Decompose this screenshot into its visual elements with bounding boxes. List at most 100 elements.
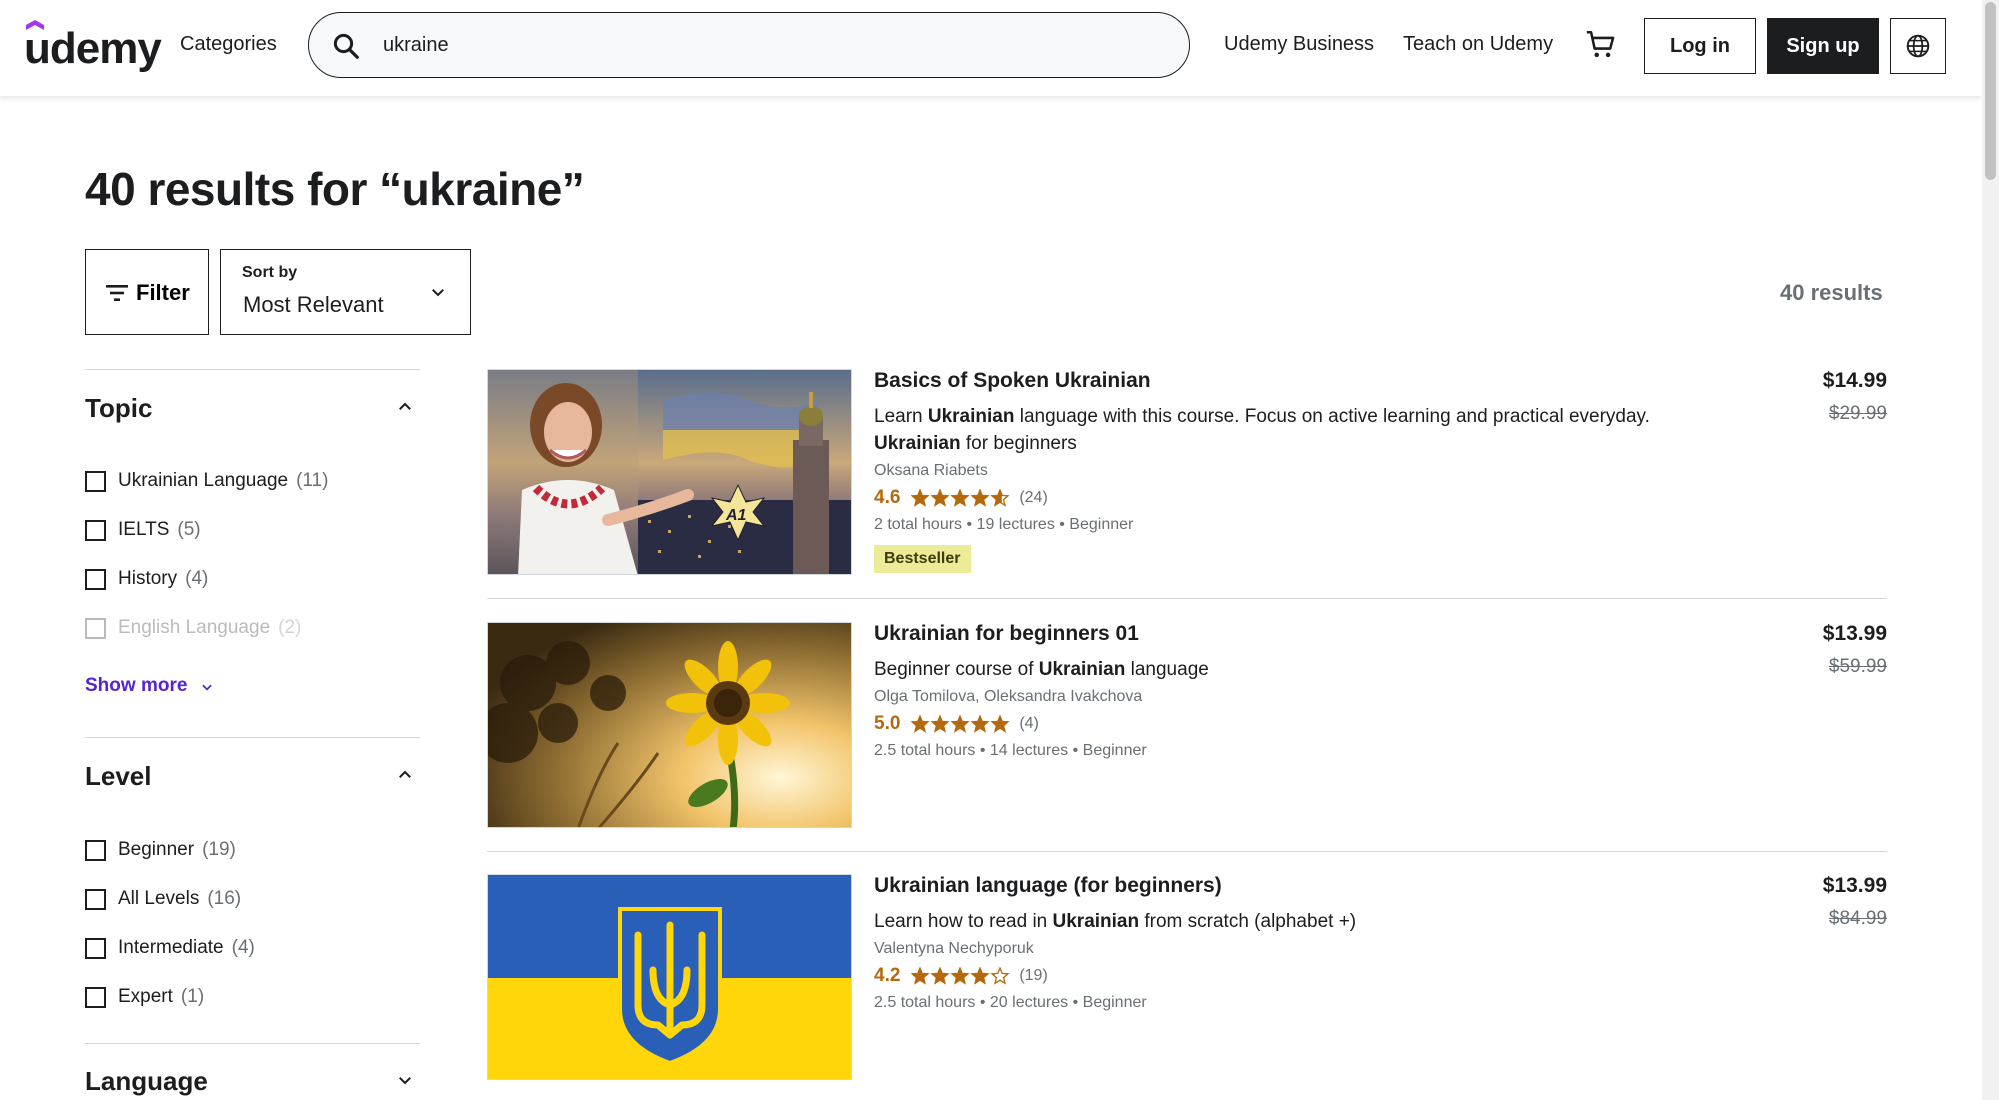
page-title: 40 results for “ukraine” xyxy=(85,163,585,215)
star-icon xyxy=(930,489,950,507)
option-count: (19) xyxy=(202,839,236,860)
cart-icon[interactable] xyxy=(1584,28,1618,62)
sidebar-divider xyxy=(85,369,420,370)
checkbox[interactable] xyxy=(85,889,106,910)
option-label: Intermediate xyxy=(118,937,224,958)
course-title[interactable]: Ukrainian for beginners 01 xyxy=(874,622,1139,646)
results-count: 40 results xyxy=(1780,280,1883,305)
checkbox[interactable] xyxy=(85,840,106,861)
star-icon xyxy=(910,967,930,985)
desc-text: Learn xyxy=(874,406,928,427)
course-price: $14.99 xyxy=(1822,369,1887,392)
option-label: Ukrainian Language xyxy=(118,470,289,491)
option-count: (4) xyxy=(231,937,255,958)
globe-icon xyxy=(1906,34,1930,58)
search-icon[interactable] xyxy=(331,31,361,61)
desc-text: language xyxy=(1125,659,1209,680)
ukraine-flag-image xyxy=(488,875,851,1079)
checkbox[interactable] xyxy=(85,520,106,541)
checkbox[interactable] xyxy=(85,471,106,492)
teach-on-udemy-link[interactable]: Teach on Udemy xyxy=(1403,33,1553,56)
option-label: All Levels xyxy=(118,888,200,909)
course-divider xyxy=(487,851,1887,852)
star-icon xyxy=(930,967,950,985)
course-rating: 5.0 (4) xyxy=(874,713,1039,737)
course-title[interactable]: Basics of Spoken Ukrainian xyxy=(874,369,1151,393)
star-icon xyxy=(910,489,930,507)
scrollbar-thumb[interactable] xyxy=(1985,2,1996,180)
course-card[interactable]: Ukrainian for beginners 01 Beginner cour… xyxy=(487,622,1887,828)
sort-dropdown[interactable]: Sort by Most Relevant xyxy=(220,249,471,335)
rating-number: 5.0 xyxy=(874,713,901,734)
level-heading[interactable]: Level xyxy=(85,761,152,792)
option-count: (4) xyxy=(185,568,209,589)
star-icon xyxy=(990,715,1010,733)
logo-text: udemy xyxy=(24,24,162,73)
filter-icon xyxy=(106,285,128,301)
course-price: $13.99 xyxy=(1822,622,1887,645)
desc-keyword: Ukrainian xyxy=(927,406,1015,427)
sidebar-divider xyxy=(85,737,420,738)
filter-button[interactable]: Filter xyxy=(85,249,209,335)
desc-text: for beginners xyxy=(960,433,1077,454)
course-thumbnail[interactable] xyxy=(487,874,852,1080)
chevron-down-icon[interactable] xyxy=(396,1071,414,1089)
star-icon xyxy=(950,715,970,733)
course-thumbnail[interactable] xyxy=(487,622,852,828)
checkbox[interactable] xyxy=(85,987,106,1008)
course-meta: 2 total hours • 19 lectures • Beginner xyxy=(874,516,1134,533)
course-instructor: Valentyna Nechyporuk xyxy=(874,940,1034,957)
udemy-business-link[interactable]: Udemy Business xyxy=(1224,33,1374,56)
star-rating-icon xyxy=(910,489,1010,507)
signup-button[interactable]: Sign up xyxy=(1767,18,1879,74)
language-button[interactable] xyxy=(1890,18,1946,74)
star-icon xyxy=(970,967,990,985)
star-icon xyxy=(990,967,1010,985)
desc-keyword: Ukrainian xyxy=(1038,659,1126,680)
checkbox[interactable] xyxy=(85,618,106,639)
checkbox[interactable] xyxy=(85,938,106,959)
course-card[interactable]: A1 Basics of Spoken Ukrainian Learn Ukra… xyxy=(487,369,1887,575)
review-count: (4) xyxy=(1019,715,1039,732)
option-count: (1) xyxy=(180,986,205,1007)
star-icon xyxy=(970,489,990,507)
course-description: Beginner course of Ukrainian language xyxy=(874,656,1744,683)
bestseller-badge: Bestseller xyxy=(874,545,971,573)
star-icon xyxy=(950,967,970,985)
course-title[interactable]: Ukrainian language (for beginners) xyxy=(874,874,1222,898)
desc-text: language with this course. Focus on acti… xyxy=(1014,406,1650,427)
review-count: (19) xyxy=(1019,967,1048,984)
option-label: History xyxy=(118,568,178,589)
star-rating-icon xyxy=(910,715,1010,733)
categories-link[interactable]: Categories xyxy=(180,33,277,56)
sort-value: Most Relevant xyxy=(243,292,384,317)
star-icon xyxy=(930,715,950,733)
option-count: (11) xyxy=(296,470,329,491)
course-card[interactable]: Ukrainian language (for beginners) Learn… xyxy=(487,874,1887,1080)
course-thumbnail[interactable]: A1 xyxy=(487,369,852,575)
desc-text: Beginner course of xyxy=(874,659,1039,680)
star-rating-icon xyxy=(910,967,1010,985)
course-price: $13.99 xyxy=(1822,874,1887,897)
course-rating: 4.6 (24) xyxy=(874,487,1048,511)
language-heading[interactable]: Language xyxy=(85,1066,208,1097)
search-bar[interactable] xyxy=(308,12,1190,78)
topic-heading[interactable]: Topic xyxy=(85,393,152,424)
show-more-label: Show more xyxy=(85,675,188,696)
desc-text: from scratch (alphabet +) xyxy=(1139,911,1357,932)
udemy-logo[interactable]: udemy xyxy=(24,20,162,76)
course-original-price: $84.99 xyxy=(1828,908,1887,929)
chevron-up-icon[interactable] xyxy=(396,766,414,784)
chevron-up-icon[interactable] xyxy=(396,398,414,416)
course-instructor: Olga Tomilova, Oleksandra Ivakchova xyxy=(874,688,1143,705)
review-count: (24) xyxy=(1019,489,1048,506)
desc-keyword: Ukrainian xyxy=(874,433,961,454)
search-input[interactable] xyxy=(383,27,1143,63)
show-more-link[interactable]: Show more xyxy=(85,675,212,697)
course-meta: 2.5 total hours • 20 lectures • Beginner xyxy=(874,994,1147,1011)
course-instructor: Oksana Riabets xyxy=(874,462,988,479)
checkbox[interactable] xyxy=(85,569,106,590)
chevron-down-icon xyxy=(202,684,212,691)
login-button[interactable]: Log in xyxy=(1644,18,1756,74)
course-divider xyxy=(487,598,1887,599)
